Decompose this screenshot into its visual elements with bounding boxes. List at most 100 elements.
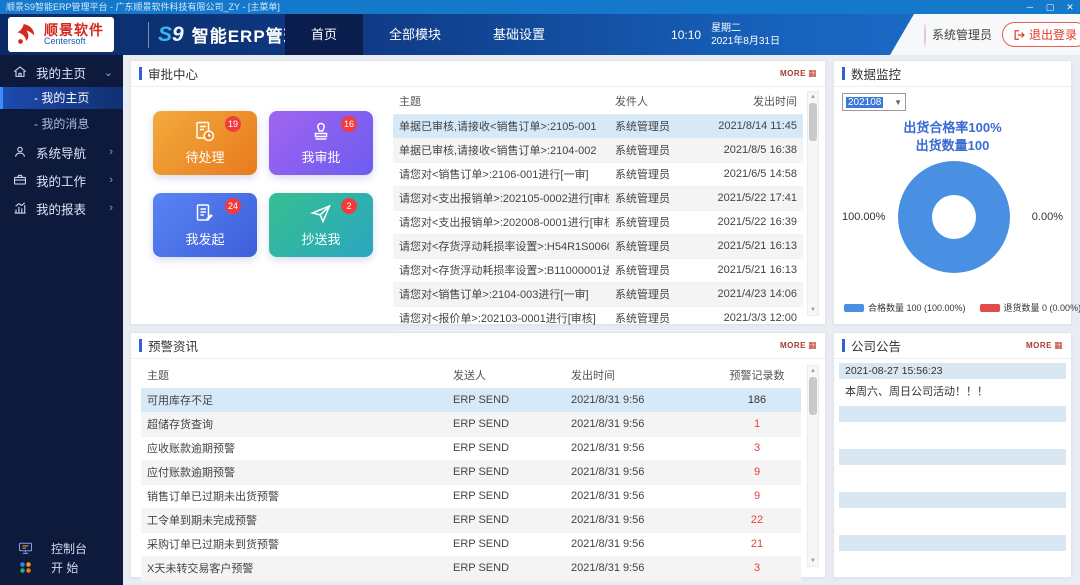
scroll-down-icon[interactable]: ▼ xyxy=(808,556,818,566)
legend-item-return[interactable]: 退货数量 0 (0.00%) xyxy=(980,301,1080,314)
tile-label: 我审批 xyxy=(301,147,340,166)
alerts-more-button[interactable]: MORE▦ xyxy=(780,340,817,351)
col-time: 发出时间 xyxy=(697,89,803,114)
chevron-right-icon: › xyxy=(109,146,113,158)
sidebar-item-my-home-group[interactable]: 我的主页 ⌄ xyxy=(0,61,123,83)
tile-badge: 2 xyxy=(341,198,357,214)
monitor-headline-1: 出货合格率100% xyxy=(834,119,1071,137)
table-row[interactable]: 采购订单已过期未到货预警ERP SEND2021/8/31 9:5621 xyxy=(141,532,801,556)
doc-edit-icon xyxy=(193,202,217,226)
list-item[interactable] xyxy=(839,449,1066,490)
company-logo: 顺景软件 Centersoft xyxy=(8,17,114,52)
user-section: 系统管理员 退出登录 xyxy=(890,14,1080,55)
table-row[interactable]: 请您对<存货浮动耗损率设置>:H54R1S006002进行[审核]系统管理员20… xyxy=(393,234,803,258)
sidebar-item-my-reports[interactable]: 我的报表 › xyxy=(0,197,123,219)
console-label: 控制台 xyxy=(51,540,87,557)
tile-badge: 19 xyxy=(225,116,241,132)
tab-home[interactable]: 首页 xyxy=(285,14,363,55)
col-sender: 发送人 xyxy=(447,363,565,388)
scroll-down-icon[interactable]: ▼ xyxy=(808,305,818,315)
donut-chart xyxy=(898,161,1010,273)
table-row[interactable]: 请您对<销售订单>:2104-003进行[一审]系统管理员2021/4/23 1… xyxy=(393,282,803,306)
scroll-up-icon[interactable]: ▲ xyxy=(808,366,818,376)
approval-scrollbar[interactable]: ▲ ▼ xyxy=(807,91,819,316)
period-dropdown[interactable]: 202108 ▼ xyxy=(842,93,906,111)
sidebar-item-my-work[interactable]: 我的工作 › xyxy=(0,169,123,191)
logout-label: 退出登录 xyxy=(1029,26,1077,43)
logo-9: 9 xyxy=(172,23,184,46)
table-row[interactable]: 请您对<报价单>:202103-0001进行[审核]系统管理员2021/3/3 … xyxy=(393,306,803,330)
start-button[interactable]: 开 始 xyxy=(0,558,123,577)
brand-name-cn: 顺景软件 xyxy=(44,23,104,37)
scroll-thumb[interactable] xyxy=(809,377,817,415)
table-row[interactable]: 应收账款逾期预警ERP SEND2021/8/31 9:563 xyxy=(141,436,801,460)
table-row[interactable]: 应付账款逾期预警ERP SEND2021/8/31 9:569 xyxy=(141,460,801,484)
tile-cc-to-me[interactable]: 抄送我 2 xyxy=(269,193,373,257)
tile-my-approvals[interactable]: 我审批 16 xyxy=(269,111,373,175)
list-item[interactable] xyxy=(839,535,1066,576)
table-row[interactable]: 请您对<支出报销单>:202105-0002进行[审核]系统管理员2021/5/… xyxy=(393,186,803,210)
table-row[interactable]: 单据已审核,请接收<销售订单>:2104-002系统管理员2021/8/5 16… xyxy=(393,138,803,162)
period-value: 202108 xyxy=(846,97,883,108)
tile-pending[interactable]: 待处理 19 xyxy=(153,111,257,175)
tile-initiated-by-me[interactable]: 我发起 24 xyxy=(153,193,257,257)
sidebar-item-system-nav[interactable]: 系统导航 › xyxy=(0,141,123,163)
col-time: 发出时间 xyxy=(565,363,713,388)
chart-icon xyxy=(12,200,28,216)
alerts-panel: 预警资讯 MORE▦ 主题 发送人 发出时间 预警记录数 可用库存不足ERP S… xyxy=(130,332,826,578)
legend-swatch-red xyxy=(980,304,1000,312)
sidebar-item-my-messages[interactable]: - 我的消息 xyxy=(0,113,123,135)
tab-basic-settings[interactable]: 基础设置 xyxy=(467,14,571,55)
panel-title: 审批中心 xyxy=(148,64,198,83)
logout-button[interactable]: 退出登录 xyxy=(1002,22,1080,47)
table-row[interactable]: 超储存货查询ERP SEND2021/8/31 9:561 xyxy=(141,412,801,436)
list-item[interactable] xyxy=(839,406,1066,447)
table-row[interactable]: 销售订单已过期未出货预警ERP SEND2021/8/31 9:569 xyxy=(141,484,801,508)
stamp-icon xyxy=(309,120,333,144)
panel-title: 数据监控 xyxy=(851,64,901,83)
alerts-scrollbar[interactable]: ▲ ▼ xyxy=(807,365,819,567)
table-row[interactable]: 单据已审核,请接收<销售订单>:2105-001系统管理员2021/8/14 1… xyxy=(393,114,803,138)
col-sender: 发件人 xyxy=(609,89,697,114)
maximize-button[interactable]: ▢ xyxy=(1040,0,1060,14)
table-row[interactable]: 请您对<销售订单>:2106-001进行[一审]系统管理员2021/6/5 14… xyxy=(393,162,803,186)
approval-table: 主题 发件人 发出时间 单据已审核,请接收<销售订单>:2105-001系统管理… xyxy=(393,89,803,331)
minimize-button[interactable]: ─ xyxy=(1020,0,1040,14)
table-row[interactable]: 请您对<支出报销单>:202008-0001进行[审核]系统管理员2021/5/… xyxy=(393,210,803,234)
chevron-down-icon: ⌄ xyxy=(104,66,113,79)
header-divider xyxy=(148,22,149,48)
table-row[interactable]: 请您对<存货浮动耗损率设置>:B11000001进行[审核]系统管理员2021/… xyxy=(393,258,803,282)
list-item[interactable] xyxy=(839,492,1066,533)
list-item[interactable]: 2021-08-27 15:56:23本周六、周日公司活动！！！ xyxy=(839,363,1066,404)
app-header: 顺景软件 Centersoft S9 智能ERP管理平台 首页 全部模块 基础设… xyxy=(0,14,1080,55)
avatar[interactable] xyxy=(924,23,926,47)
home-icon xyxy=(12,64,28,80)
date-text: 2021年8月31日 xyxy=(711,35,780,48)
more-grid-icon: ▦ xyxy=(1054,340,1063,351)
legend-swatch-blue xyxy=(844,304,864,312)
logo-s: S xyxy=(158,23,172,46)
scroll-up-icon[interactable]: ▲ xyxy=(808,92,818,102)
close-button[interactable]: ✕ xyxy=(1060,0,1080,14)
doc-clock-icon xyxy=(193,120,217,144)
alerts-table: 主题 发送人 发出时间 预警记录数 可用库存不足ERP SEND2021/8/3… xyxy=(141,363,801,581)
logout-icon xyxy=(1013,29,1025,41)
table-row[interactable]: 工令单到期未完成预警ERP SEND2021/8/31 9:5622 xyxy=(141,508,801,532)
data-monitor-panel: 数据监控 202108 ▼ 出货合格率100% 出货数量100 100.00% … xyxy=(833,60,1072,325)
chevron-right-icon: › xyxy=(109,174,113,186)
table-row[interactable]: 可用库存不足ERP SEND2021/8/31 9:56186 xyxy=(141,388,801,412)
chevron-down-icon: ▼ xyxy=(894,98,902,107)
alerts-table-body: 可用库存不足ERP SEND2021/8/31 9:56186超储存货查询ERP… xyxy=(141,388,801,580)
console-button[interactable]: 控制台 xyxy=(0,539,123,558)
tile-badge: 16 xyxy=(341,116,357,132)
approval-center-panel: 审批中心 MORE▦ 待处理 19 我审批 16 我发 xyxy=(130,60,826,325)
table-row[interactable]: X天未转交易客户预警ERP SEND2021/8/31 9:563 xyxy=(141,556,801,580)
announcements-more-button[interactable]: MORE▦ xyxy=(1026,340,1063,351)
approval-more-button[interactable]: MORE▦ xyxy=(780,68,817,79)
tile-label: 抄送我 xyxy=(301,229,340,248)
legend-item-pass[interactable]: 合格数量 100 (100.00%) xyxy=(844,301,966,314)
sidebar-item-my-home[interactable]: - 我的主页 xyxy=(0,87,123,109)
scroll-thumb[interactable] xyxy=(809,103,817,141)
tab-all-modules[interactable]: 全部模块 xyxy=(363,14,467,55)
sidebar: 我的主页 ⌄ - 我的主页 - 我的消息 系统导航 › 我的工作 › 我的报表 … xyxy=(0,55,123,585)
